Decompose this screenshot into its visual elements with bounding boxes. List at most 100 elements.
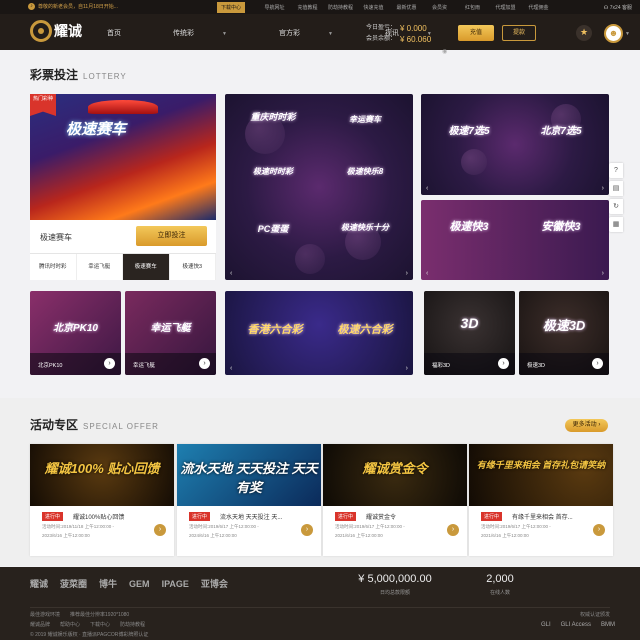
- bet-now-button[interactable]: 立即投注: [136, 226, 207, 246]
- download-center-button[interactable]: 下载中心: [217, 2, 246, 13]
- more-offers-button[interactable]: 更多活动 ›: [565, 419, 608, 432]
- lottery-carousel-2[interactable]: 极速7选5 北京7选5 ‹ ›: [421, 94, 609, 195]
- lottery-carousel-1[interactable]: 重庆时时彩 幸运赛车 极速时时彩 极速快乐8 PC蛋蛋 极速快乐十分 ‹ ›: [225, 94, 413, 280]
- carousel-prev-icon[interactable]: ‹: [230, 270, 232, 277]
- game-card-fc3d[interactable]: 3D 福彩3D ›: [424, 291, 515, 375]
- game-card-art: 幸运飞艇: [150, 323, 191, 334]
- game-tile-label[interactable]: 极速快3: [429, 218, 509, 234]
- game-card-label: 北京PK10: [38, 363, 63, 369]
- game-tile-label[interactable]: 极速7选5: [429, 122, 509, 137]
- carousel-next-icon[interactable]: ›: [602, 270, 604, 277]
- game-tile-label[interactable]: 北京7选5: [521, 122, 601, 137]
- promo-image-caption: 有缘千里来相会 首存礼包请笑纳: [476, 460, 606, 470]
- promo-card[interactable]: 有缘千里来相会 首存礼包请笑纳 进行中 有缘千里来相会 首存... 活动时间:2…: [469, 444, 613, 556]
- arrow-right-icon[interactable]: ›: [593, 524, 605, 536]
- top-link[interactable]: 代理佣金: [522, 4, 555, 11]
- lottery-ball-image: [295, 244, 325, 274]
- footer-info: 最佳游戏环境 推荐最佳分辨率1920*1080: [30, 611, 129, 618]
- offer-title-en: SPECIAL OFFER: [83, 422, 159, 431]
- nav-item-home[interactable]: 首页: [107, 28, 147, 38]
- promo-title: 流水天地 天天投注 天...: [220, 515, 283, 521]
- brand-logo: 菠菜圈: [60, 579, 88, 589]
- promo-title: 有缘千里来相会 首存...: [512, 515, 573, 521]
- carousel-next-icon[interactable]: ›: [406, 270, 408, 277]
- game-card-mark-six[interactable]: 香港六合彩 极速六合彩 ‹ ›: [225, 291, 413, 375]
- game-tile-label[interactable]: 重庆时时彩: [233, 110, 313, 123]
- carousel-next-icon[interactable]: ›: [602, 185, 604, 192]
- status-badge: 进行中: [42, 512, 64, 521]
- footer: 耀诚 菠菜圈 博牛 GEM IPAGE 亚博会 ¥ 5,000,000.00 日…: [0, 567, 640, 640]
- top-link[interactable]: 会员资: [423, 4, 456, 11]
- withdraw-button[interactable]: 提款: [502, 25, 536, 41]
- promo-card[interactable]: 耀诚赏金令 进行中 耀诚赏金令 活动时间:2019/6/17 上午12:00:0…: [323, 444, 467, 556]
- arrow-right-icon[interactable]: ›: [154, 524, 166, 536]
- carousel-prev-icon[interactable]: ‹: [426, 185, 428, 192]
- featured-info-bar: 极速赛车 立即投注: [30, 220, 216, 253]
- nav-item-official[interactable]: 官方彩 ▼: [279, 28, 359, 38]
- arrow-right-icon[interactable]: ›: [592, 358, 603, 369]
- arrow-right-icon[interactable]: ›: [498, 358, 509, 369]
- game-card-bjpk10[interactable]: 北京PK10 北京PK10 ›: [30, 291, 121, 375]
- footer-link[interactable]: 防劫持教程: [120, 621, 145, 628]
- top-link[interactable]: 充值教程: [291, 4, 324, 11]
- logo-text: 耀诚: [54, 23, 82, 39]
- footer-link[interactable]: 下载中心: [90, 621, 110, 628]
- subtab-lucky-boat[interactable]: 幸运飞艇: [77, 254, 123, 280]
- top-link[interactable]: 快速充值: [357, 4, 390, 11]
- arrow-right-icon[interactable]: ›: [199, 358, 210, 369]
- arrow-right-icon[interactable]: ›: [301, 524, 313, 536]
- game-tile-label[interactable]: 幸运赛车: [325, 114, 405, 125]
- apps-icon[interactable]: ▦: [609, 217, 623, 232]
- top-link[interactable]: 导航网址: [258, 4, 291, 11]
- game-tile-label[interactable]: 极速快乐8: [325, 166, 405, 177]
- chat-icon[interactable]: ▤: [609, 181, 623, 196]
- game-tile-label[interactable]: 极速时时彩: [233, 166, 313, 177]
- brand-logo: 博牛: [99, 579, 118, 589]
- user-avatar-icon[interactable]: ☻: [604, 24, 623, 43]
- arrow-right-icon[interactable]: ›: [104, 358, 115, 369]
- top-link[interactable]: 代理加盟: [489, 4, 522, 11]
- balance-label: 会员余额：: [365, 36, 396, 42]
- recharge-button[interactable]: 充值: [458, 25, 494, 41]
- service-icon[interactable]: ?: [609, 163, 623, 178]
- carousel-prev-icon[interactable]: ‹: [230, 365, 232, 372]
- promo-date: 2021/6/16 上午12:00:00: [335, 533, 383, 538]
- arrow-right-icon[interactable]: ›: [447, 524, 459, 536]
- offer-section-title: 活动专区 SPECIAL OFFER: [30, 416, 159, 433]
- star-icon[interactable]: ★: [576, 25, 592, 41]
- promo-card[interactable]: 流水天地 天天投注 天天有奖 进行中 流水天地 天天投注 天... 活动时间:2…: [177, 444, 321, 556]
- footer-link[interactable]: 耀诚品牌: [30, 621, 50, 628]
- refresh-icon[interactable]: ↻: [609, 199, 623, 214]
- footer-text: 最佳游戏环境: [30, 612, 61, 618]
- top-link[interactable]: 防劫持教程: [324, 4, 357, 11]
- game-card-art: 极速3D: [542, 318, 586, 333]
- game-tile-label[interactable]: 安徽快3: [521, 218, 601, 234]
- subtab-speed-race[interactable]: 极速赛车: [123, 254, 170, 280]
- promo-card[interactable]: 耀诚100% 贴心回馈 进行中 耀诚100%贴心回馈 活动时间:2019/11/…: [30, 444, 174, 556]
- customer-service-link[interactable]: ☊ 7x24 客服: [604, 4, 632, 11]
- logo[interactable]: 耀诚: [30, 20, 82, 42]
- lottery-carousel-3[interactable]: 极速快3 安徽快3 ‹ ›: [421, 200, 609, 280]
- carousel-prev-icon[interactable]: ‹: [426, 270, 428, 277]
- game-tile-label[interactable]: PC蛋蛋: [233, 222, 313, 235]
- subtab-speed-k3[interactable]: 极速快3: [170, 254, 216, 280]
- race-car-image: [88, 100, 158, 114]
- footer-link[interactable]: 帮助中心: [60, 621, 80, 628]
- cert-title: 权威认证颁发: [579, 612, 610, 618]
- more-offers-label: 更多活动: [572, 422, 597, 428]
- game-tile-label[interactable]: 极速快乐十分: [325, 222, 405, 233]
- top-link[interactable]: 最新优惠: [390, 4, 423, 11]
- eye-icon[interactable]: ◉: [442, 48, 447, 55]
- subtab-tencent[interactable]: 腾讯时时彩: [30, 254, 77, 280]
- notice[interactable]: ♪ 尊敬的新老会员，自11月18日开始...: [28, 3, 118, 10]
- chevron-down-icon[interactable]: ▼: [625, 31, 630, 37]
- top-link[interactable]: 红包雨: [456, 4, 489, 11]
- game-card-art: 3D: [460, 315, 479, 331]
- brand-logo: IPAGE: [161, 578, 189, 589]
- game-card-lucky-boat[interactable]: 幸运飞艇 幸运飞艇 ›: [125, 291, 216, 375]
- nav-item-traditional[interactable]: 传统彩 ▼: [173, 28, 253, 38]
- game-card-speed-3d[interactable]: 极速3D 极速3D ›: [519, 291, 609, 375]
- carousel-next-icon[interactable]: ›: [406, 365, 408, 372]
- notice-text[interactable]: 尊敬的新老会员，自11月18日开始...: [38, 3, 118, 10]
- promo-image: 流水天地 天天投注 天天有奖: [177, 444, 321, 506]
